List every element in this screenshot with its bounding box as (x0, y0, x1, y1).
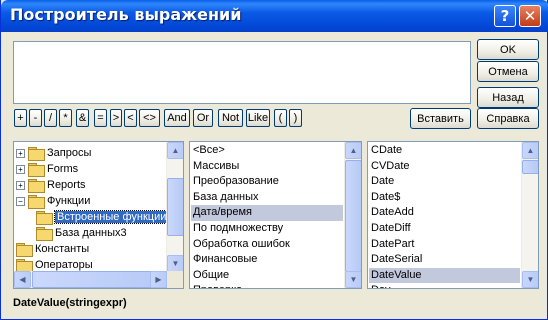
scroll-corner (167, 271, 183, 288)
list-item[interactable]: DateSerial (369, 252, 520, 268)
operator-button[interactable]: > (110, 109, 122, 127)
operator-button[interactable]: ) (289, 109, 302, 127)
operator-button[interactable]: ( (274, 109, 287, 127)
tree-item-label: Встроенные функции (53, 210, 170, 224)
operator-button[interactable]: = (94, 109, 107, 127)
list-item[interactable]: Проверка (191, 283, 343, 288)
scroll-thumb[interactable] (345, 160, 361, 272)
list-item[interactable]: <Все> (191, 143, 343, 159)
scroll-up-icon[interactable]: ▲ (522, 142, 538, 159)
tree-vertical-scrollbar[interactable]: ▲ ▼ (166, 142, 183, 273)
scroll-right-icon[interactable]: ▶ (150, 271, 167, 288)
tree-item-label: Операторы (35, 259, 93, 271)
scroll-down-icon[interactable]: ▼ (522, 271, 538, 288)
scroll-down-icon[interactable]: ▼ (345, 271, 361, 288)
list-item[interactable]: CVDate (369, 159, 520, 175)
operator-button[interactable]: + (14, 109, 27, 127)
operator-button[interactable]: - (29, 109, 42, 127)
list-item[interactable]: Финансовые (191, 252, 343, 268)
back-button[interactable]: Назад (477, 87, 539, 108)
tree-item-label: Reports (47, 179, 86, 191)
operator-button[interactable]: * (59, 109, 72, 127)
ok-button[interactable]: OK (477, 39, 539, 60)
operator-button[interactable]: Or (193, 109, 213, 127)
list-item[interactable]: CDate (369, 143, 520, 159)
operator-button[interactable]: < (124, 109, 137, 127)
tree-item[interactable]: + Запросы (16, 145, 91, 161)
tree-item[interactable]: Константы (16, 241, 89, 257)
window-title: Построитель выражений (10, 5, 242, 24)
paste-button[interactable]: Вставить (410, 108, 471, 129)
tree-horizontal-scrollbar[interactable]: ◀ ▶ (14, 271, 183, 288)
function-vertical-scrollbar[interactable]: ▲ ▼ (521, 142, 538, 288)
list-item[interactable]: DateValue (369, 267, 520, 284)
scroll-thumb[interactable] (167, 178, 183, 236)
folder-icon (36, 211, 53, 225)
title-bar[interactable]: Построитель выражений ? ✕ (1, 0, 548, 32)
expand-icon[interactable]: + (16, 164, 25, 174)
h-scroll-thumb[interactable] (32, 271, 168, 288)
help-button[interactable]: Справка (477, 108, 539, 129)
function-syntax-status: DateValue(stringexpr) (13, 297, 127, 309)
tree-item-label: Forms (47, 163, 79, 175)
operator-button[interactable]: Not (218, 109, 243, 127)
cancel-button[interactable]: Отмена (477, 61, 539, 82)
scroll-up-icon[interactable]: ▲ (167, 142, 183, 159)
close-icon[interactable]: ✕ (519, 5, 541, 27)
function-list[interactable]: CDate CVDate Date Date$ DateAdd DateDiff DateP… (367, 141, 539, 289)
list-item[interactable]: База данных (191, 190, 343, 206)
tree-item-label: Функции (47, 195, 91, 207)
expression-input[interactable] (13, 41, 471, 104)
list-item[interactable]: DateAdd (369, 205, 520, 221)
scroll-thumb[interactable] (522, 160, 538, 174)
folder-icon (16, 243, 33, 257)
category-vertical-scrollbar[interactable]: ▲ ▼ (344, 142, 361, 288)
operator-button[interactable]: & (76, 109, 89, 127)
list-item[interactable]: Date (369, 174, 520, 190)
folder-icon (28, 195, 45, 209)
scroll-left-icon[interactable]: ◀ (14, 271, 31, 288)
list-item[interactable]: DatePart (369, 237, 520, 253)
list-item[interactable]: Массивы (191, 159, 343, 175)
folder-icon (28, 163, 45, 177)
list-item[interactable]: Дата/время (191, 205, 343, 221)
operator-button[interactable]: / (44, 109, 57, 127)
expression-builder-window: Построитель выражений ? ✕ OK Отмена Наза… (0, 0, 548, 320)
scroll-up-icon[interactable]: ▲ (345, 142, 361, 159)
list-item[interactable]: Обработка ошибок (191, 237, 343, 253)
list-item[interactable]: Преобразование (191, 174, 343, 190)
scroll-down-icon[interactable]: ▼ (167, 255, 183, 272)
folder-icon (36, 227, 53, 241)
operator-button[interactable]: <> (139, 109, 160, 127)
list-item[interactable]: Date$ (369, 190, 520, 206)
list-item[interactable]: Day (369, 283, 520, 288)
tree-item-label: Запросы (47, 147, 92, 159)
folder-icon (28, 147, 45, 161)
operator-button[interactable]: And (164, 109, 190, 127)
tree-item[interactable]: − Функции (16, 193, 90, 209)
tree-item[interactable]: Встроенные функции (36, 209, 170, 225)
list-item[interactable]: DateDiff (369, 221, 520, 237)
collapse-icon[interactable]: − (16, 196, 25, 206)
folder-icon (28, 179, 45, 193)
expand-icon[interactable]: + (16, 148, 25, 158)
operator-button[interactable]: Like (246, 109, 270, 127)
list-item[interactable]: Общие (191, 268, 343, 284)
expand-icon[interactable]: + (16, 180, 25, 190)
tree-item-label: База данных3 (55, 227, 127, 239)
tree-item[interactable]: + Reports (16, 177, 86, 193)
list-item[interactable]: По подмножеству (191, 221, 343, 237)
tree-item-label: Константы (35, 243, 90, 255)
help-question-icon[interactable]: ? (494, 5, 516, 27)
tree-item[interactable]: + Forms (16, 161, 78, 177)
folder-icon (16, 259, 33, 273)
object-tree[interactable]: + Запросы + Forms + Reports − Функции Встроенные… (13, 141, 184, 289)
tree-item[interactable]: База данных3 (36, 225, 127, 241)
category-list[interactable]: <Все> Массивы Преобразование База данных Дат… (189, 141, 362, 289)
